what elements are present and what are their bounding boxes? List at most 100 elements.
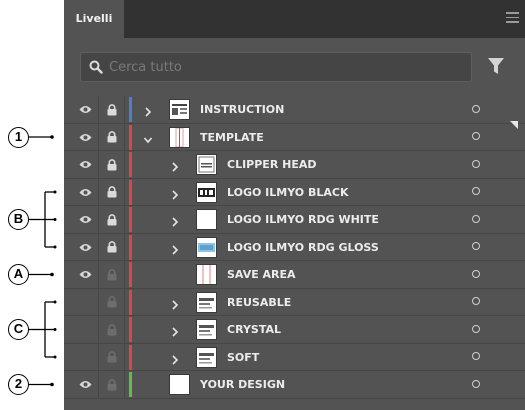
chevron-right-icon[interactable] xyxy=(170,186,180,200)
layer-row[interactable]: CRYSTAL xyxy=(64,316,525,344)
visibility-toggle[interactable] xyxy=(72,151,99,178)
layer-thumbnail xyxy=(169,374,190,395)
chevron-right-icon[interactable] xyxy=(170,351,180,365)
lock-icon xyxy=(107,131,116,143)
callout-dot xyxy=(50,382,54,387)
layer-row[interactable]: LOGO ILMYO RDG WHITE xyxy=(64,206,525,234)
layer-color-bar xyxy=(129,289,132,315)
lock-toggle[interactable] xyxy=(99,261,125,288)
target-circle-icon[interactable] xyxy=(472,132,480,140)
visibility-toggle[interactable] xyxy=(72,371,99,398)
visibility-toggle[interactable] xyxy=(72,261,99,288)
visibility-toggle[interactable] xyxy=(72,206,99,233)
chevron-right-icon[interactable] xyxy=(170,323,180,337)
chevron-right-icon[interactable] xyxy=(170,158,180,172)
callout-dot xyxy=(50,135,54,139)
callout-2: 2 xyxy=(8,374,29,395)
layer-color-bar xyxy=(129,344,132,370)
lock-toggle[interactable] xyxy=(99,288,125,316)
layer-row[interactable]: LOGO ILMYO BLACK xyxy=(64,178,525,206)
lock-toggle[interactable] xyxy=(99,206,125,233)
layer-row[interactable]: SOFT xyxy=(64,343,525,371)
layer-color-bar xyxy=(129,179,132,205)
layer-row[interactable]: REUSABLE xyxy=(64,288,525,316)
layer-thumbnail xyxy=(196,209,217,230)
layer-thumbnail xyxy=(169,99,190,120)
lock-toggle[interactable] xyxy=(99,316,125,343)
lock-toggle[interactable] xyxy=(99,343,125,371)
target-circle-icon[interactable] xyxy=(472,104,480,113)
layer-name: SOFT xyxy=(227,350,260,364)
visibility-toggle[interactable] xyxy=(72,96,99,123)
visibility-toggle[interactable] xyxy=(72,123,99,151)
layer-color-bar xyxy=(129,124,132,150)
visibility-toggle[interactable] xyxy=(72,316,99,343)
callout-dot xyxy=(53,245,57,249)
lock-toggle[interactable] xyxy=(99,96,125,123)
layer-name: CLIPPER HEAD xyxy=(227,158,317,171)
lock-toggle[interactable] xyxy=(99,371,125,398)
lock-icon xyxy=(107,323,116,335)
panel-tab-bar: Livelli xyxy=(64,0,525,38)
callout-dot xyxy=(53,355,57,359)
lock-icon xyxy=(107,158,116,170)
layer-name: INSTRUCTION xyxy=(200,103,285,116)
layer-color-bar xyxy=(129,97,132,122)
target-circle-icon[interactable] xyxy=(472,242,480,250)
lock-toggle[interactable] xyxy=(99,123,125,151)
layer-row[interactable]: CLIPPER HEAD xyxy=(64,151,525,179)
filter-funnel-icon[interactable] xyxy=(487,57,505,75)
search-input[interactable] xyxy=(109,57,449,77)
search-box xyxy=(80,52,472,82)
chevron-down-icon[interactable] xyxy=(143,131,153,143)
visibility-toggle[interactable] xyxy=(72,233,99,261)
layer-thumbnail xyxy=(196,319,217,340)
hamburger-menu-icon[interactable] xyxy=(506,12,519,24)
target-circle-icon[interactable] xyxy=(472,297,480,305)
eye-icon xyxy=(79,271,91,278)
chevron-right-icon[interactable] xyxy=(170,213,180,227)
layer-row[interactable]: LOGO ILMYO RDG GLOSS xyxy=(64,233,525,261)
visibility-toggle[interactable] xyxy=(72,178,99,206)
lock-icon xyxy=(107,378,116,390)
chevron-right-icon[interactable] xyxy=(170,241,180,255)
eye-icon xyxy=(79,161,91,168)
target-circle-icon[interactable] xyxy=(472,379,480,388)
layer-name: LOGO ILMYO RDG GLOSS xyxy=(227,240,379,254)
layer-thumbnail xyxy=(169,126,190,148)
lock-icon xyxy=(107,296,116,308)
scroll-indicator-icon[interactable] xyxy=(510,121,518,129)
layers-panel: Livelli INSTRUCTION TEMPLATE CLIPPER HEAD L… xyxy=(64,0,525,410)
chevron-right-icon[interactable] xyxy=(170,296,180,310)
target-circle-icon[interactable] xyxy=(472,324,480,333)
lock-icon xyxy=(107,186,116,198)
callout-a: A xyxy=(8,264,29,285)
layer-thumbnail xyxy=(196,264,217,285)
layer-row[interactable]: SAVE AREA xyxy=(64,261,525,289)
lock-toggle[interactable] xyxy=(99,233,125,261)
target-circle-icon[interactable] xyxy=(472,187,480,195)
target-circle-icon[interactable] xyxy=(472,214,480,223)
layer-row[interactable]: INSTRUCTION xyxy=(64,96,525,124)
layer-thumbnail xyxy=(196,346,217,368)
visibility-toggle[interactable] xyxy=(72,343,99,371)
layer-thumbnail xyxy=(196,181,217,203)
lock-icon xyxy=(107,268,116,280)
layer-thumbnail xyxy=(196,236,217,258)
lock-toggle[interactable] xyxy=(99,151,125,178)
layer-name: CRYSTAL xyxy=(227,323,282,336)
visibility-toggle[interactable] xyxy=(72,288,99,316)
eye-icon xyxy=(79,381,91,388)
callout-dot xyxy=(53,218,57,221)
lock-toggle[interactable] xyxy=(99,178,125,206)
layer-row[interactable]: YOUR DESIGN xyxy=(64,371,525,399)
target-circle-icon[interactable] xyxy=(472,352,480,360)
layer-name: TEMPLATE xyxy=(200,130,264,144)
tab-layers[interactable]: Livelli xyxy=(64,0,124,38)
layer-thumbnail xyxy=(196,291,217,313)
target-circle-icon[interactable] xyxy=(472,159,480,168)
layer-row[interactable]: TEMPLATE xyxy=(64,123,525,151)
chevron-right-icon[interactable] xyxy=(143,103,153,117)
layer-color-bar xyxy=(129,372,132,397)
target-circle-icon[interactable] xyxy=(472,269,480,278)
